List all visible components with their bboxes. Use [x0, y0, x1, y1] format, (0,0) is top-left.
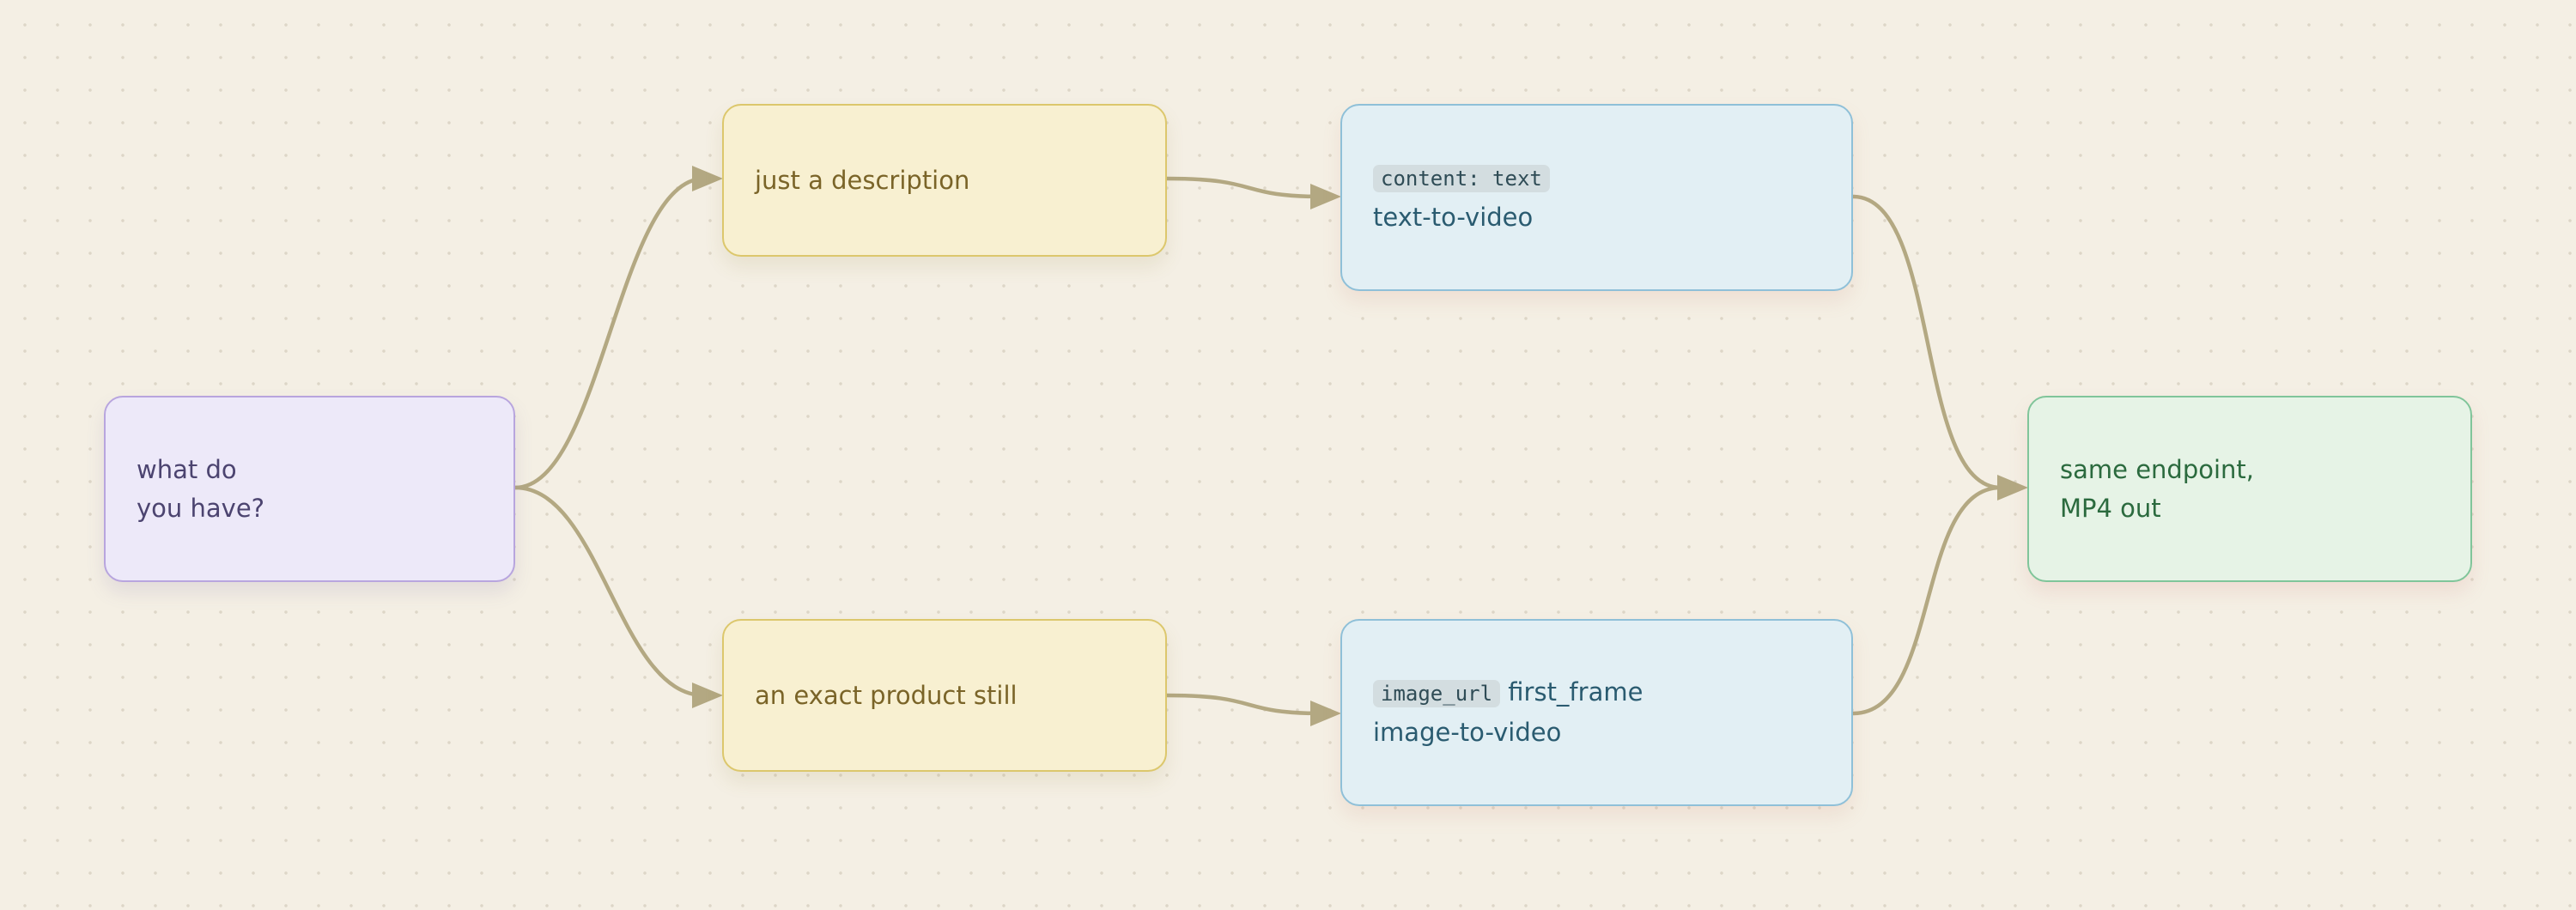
edge-description-to-text-to-video [1166, 176, 1323, 199]
question-line-1: what do [137, 454, 237, 484]
text-to-video-node: content: text text-to-video [1340, 104, 1853, 291]
edge-image-to-video-to-output [1852, 485, 2002, 716]
description-node: just a description [722, 104, 1167, 257]
image-url-code: image_url [1373, 680, 1501, 707]
arrow-into-product-still [692, 682, 723, 708]
content-text-code: content: text [1373, 165, 1550, 192]
question-node: what do you have? [104, 396, 515, 582]
edge-product-still-to-image-to-video [1166, 693, 1323, 716]
first-frame-text: first_frame [1508, 677, 1643, 707]
arrow-into-text-to-video [1310, 184, 1341, 209]
image-to-video-label: image-to-video [1373, 718, 1562, 747]
edge-question-to-description [514, 176, 705, 490]
image-to-video-node: image_url first_frame image-to-video [1340, 619, 1853, 806]
arrow-into-description [692, 166, 723, 191]
product-still-label: an exact product still [755, 680, 1018, 710]
output-line-2: MP4 out [2060, 493, 2161, 523]
output-line-1: same endpoint, [2060, 454, 2254, 484]
description-label: just a description [755, 165, 970, 195]
arrow-into-image-to-video [1310, 701, 1341, 726]
flow-diagram: what do you have? just a description an … [0, 0, 2576, 910]
arrow-into-output [1997, 475, 2028, 500]
output-node: same endpoint, MP4 out [2027, 396, 2472, 582]
product-still-node: an exact product still [722, 619, 1167, 772]
text-to-video-param-line: content: text [1373, 158, 1820, 198]
edge-question-to-product-still [514, 485, 705, 698]
image-to-video-param-line: image_url first_frame [1373, 673, 1820, 713]
question-line-2: you have? [137, 493, 265, 523]
text-to-video-label: text-to-video [1373, 203, 1534, 232]
edge-text-to-video-to-output [1852, 194, 2002, 490]
